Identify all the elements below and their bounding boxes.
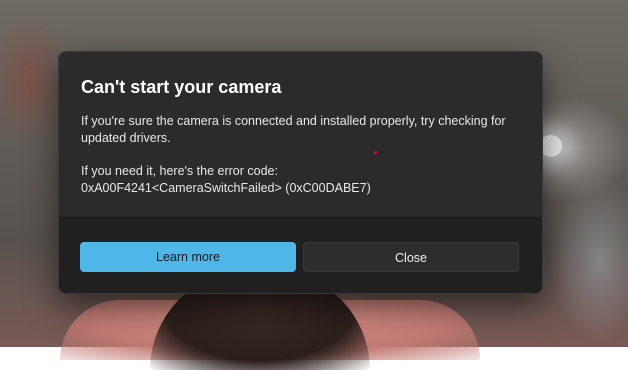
dialog-content: Can't start your camera If you're sure t… — [59, 52, 542, 195]
dialog-footer: Learn more Close — [59, 217, 542, 293]
learn-more-button[interactable]: Learn more — [80, 242, 296, 272]
dialog-message: If you're sure the camera is connected a… — [81, 114, 506, 145]
error-intro-text: If you need it, here's the error code: — [81, 164, 278, 178]
red-dot-indicator — [374, 151, 377, 154]
close-button[interactable]: Close — [303, 242, 519, 272]
camera-error-dialog: Can't start your camera If you're sure t… — [58, 51, 543, 294]
error-code-text: 0xA00F4241<CameraSwitchFailed> (0xC00DAB… — [81, 181, 371, 195]
background-light — [540, 135, 562, 157]
dialog-title: Can't start your camera — [81, 77, 282, 97]
